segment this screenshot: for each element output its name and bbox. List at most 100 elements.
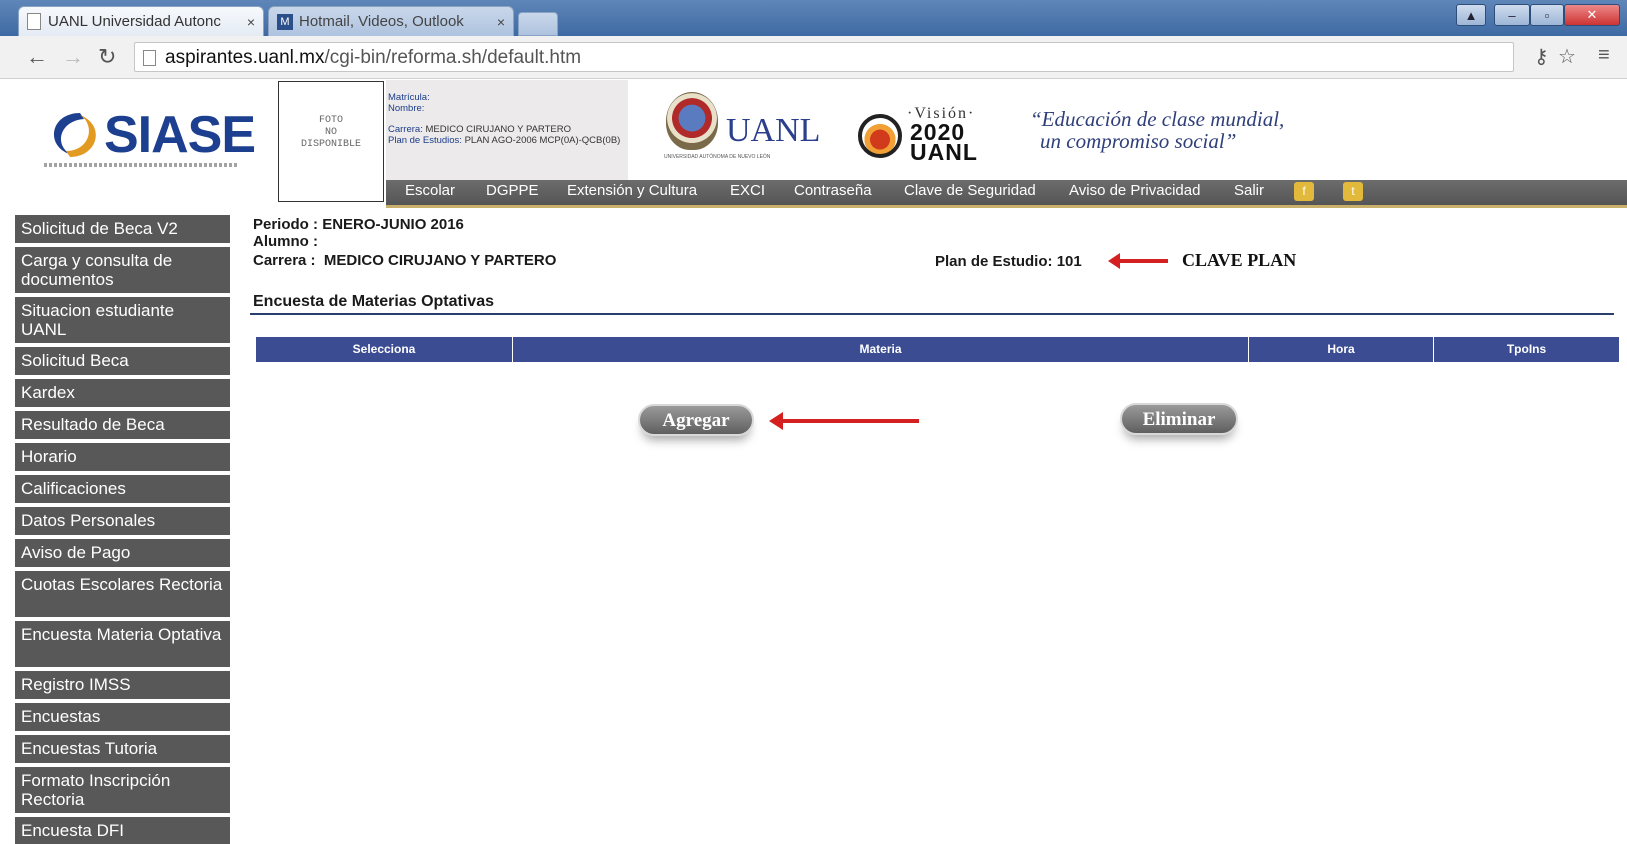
sidebar-menu: Solicitud de Beca V2 Carga y consulta de… <box>0 215 230 844</box>
top-navigation: Escolar DGPPE Extensión y Cultura EXCI C… <box>386 180 1627 208</box>
outlook-icon: M <box>277 13 293 30</box>
annotation-arrow-icon <box>1108 253 1168 269</box>
plan-estudio-label: Plan de Estudio: <box>935 253 1053 270</box>
sidebar-item-kardex[interactable]: Kardex <box>15 379 230 409</box>
menu-icon[interactable]: ≡ <box>1598 44 1610 67</box>
siase-subtitle <box>44 163 238 167</box>
nav-exci[interactable]: EXCI <box>730 182 765 199</box>
vision-flame-icon <box>858 114 902 158</box>
star-icon[interactable]: ☆ <box>1558 44 1576 69</box>
sidebar-item-resultado-beca[interactable]: Resultado de Beca <box>15 411 230 441</box>
sidebar-item-encuesta-dfi[interactable]: Encuesta DFI <box>15 817 230 844</box>
column-header-tpoins[interactable]: TpoIns <box>1434 337 1619 362</box>
column-header-hora[interactable]: Hora <box>1249 337 1434 362</box>
sidebar-item-horario[interactable]: Horario <box>15 443 230 473</box>
url-host: aspirantes.uanl.mx <box>165 47 325 68</box>
carrera-value: MEDICO CIRUJANO Y PARTERO <box>425 124 571 135</box>
key-icon[interactable]: ⚷ <box>1534 44 1549 69</box>
periodo-value: ENERO-JUNIO 2016 <box>322 216 464 233</box>
address-bar: ← → ↻ aspirantes.uanl.mx/cgi-bin/reforma… <box>0 36 1627 79</box>
photo-text: NO <box>324 127 337 138</box>
carrera-label: Carrera: <box>388 124 423 135</box>
nombre-label: Nombre: <box>388 103 425 114</box>
annotation-arrow-icon <box>769 412 919 430</box>
sidebar-item-solicitud-beca-v2[interactable]: Solicitud de Beca V2 <box>15 215 230 245</box>
facebook-icon[interactable]: f <box>1294 182 1314 201</box>
plan-label: Plan de Estudios: <box>388 135 462 146</box>
nav-salir[interactable]: Salir <box>1234 182 1264 199</box>
nav-escolar[interactable]: Escolar <box>405 182 455 199</box>
periodo-label: Periodo : <box>253 216 319 233</box>
photo-text: FOTO <box>318 115 343 126</box>
nav-clave-seguridad[interactable]: Clave de Seguridad <box>904 182 1036 199</box>
section-divider <box>250 313 1614 315</box>
url-input[interactable]: aspirantes.uanl.mx/cgi-bin/reforma.sh/de… <box>134 42 1514 72</box>
nav-contrasena[interactable]: Contraseña <box>794 182 872 199</box>
new-tab-button[interactable] <box>518 12 558 36</box>
url-path: /cgi-bin/reforma.sh/default.htm <box>324 47 582 68</box>
nav-extension-cultura[interactable]: Extensión y Cultura <box>567 182 697 199</box>
sidebar-item-formato-inscripcion[interactable]: Formato Inscripción Rectoria <box>15 767 230 815</box>
twitter-icon[interactable]: t <box>1343 182 1363 201</box>
uanl-logo-subtitle: UNIVERSIDAD AUTÓNOMA DE NUEVO LEÓN <box>664 154 771 160</box>
plan-value: PLAN AGO-2006 MCP(0A)-QCB(0B) <box>464 135 621 146</box>
section-title: Encuesta de Materias Optativas <box>253 293 494 310</box>
tab-title: Hotmail, Videos, Outlook <box>299 13 464 30</box>
sidebar-item-solicitud-beca[interactable]: Solicitud Beca <box>15 347 230 377</box>
column-header-materia[interactable]: Materia <box>513 337 1249 362</box>
slogan-line-2: un compromiso social” <box>1040 129 1237 153</box>
student-info-panel: Matrícula: Nombre: Carrera: MEDICO CIRUJ… <box>386 80 628 180</box>
sidebar-item-encuestas[interactable]: Encuestas <box>15 703 230 733</box>
alumno-label: Alumno : <box>253 233 318 250</box>
user-icon[interactable]: ▲ <box>1456 4 1486 26</box>
uanl-shield-icon <box>666 92 718 150</box>
siase-swoosh-icon <box>53 113 96 157</box>
carrera-label: Carrera : <box>253 252 316 269</box>
slogan-line-1: “Educación de clase mundial, <box>1030 107 1285 131</box>
uanl-logo[interactable]: UANL UNIVERSIDAD AUTÓNOMA DE NUEVO LEÓN <box>660 92 820 164</box>
eliminar-button[interactable]: Eliminar <box>1120 403 1238 435</box>
tab-close-icon[interactable]: × <box>247 14 255 30</box>
student-summary: Periodo : ENERO-JUNIO 2016 Alumno : Carr… <box>253 216 556 269</box>
page-icon <box>27 13 41 30</box>
tab-title: UANL Universidad Autonc <box>48 13 221 30</box>
vision-year: 2020 UANL <box>910 121 978 165</box>
sidebar-item-cuotas-escolares[interactable]: Cuotas Escolares Rectoria <box>15 571 230 619</box>
siase-logo[interactable]: SIASE <box>40 103 256 173</box>
carrera-value: MEDICO CIRUJANO Y PARTERO <box>323 252 557 269</box>
vision-2020-logo[interactable]: ·Visión· 2020 UANL <box>855 102 995 172</box>
tab-close-icon[interactable]: × <box>497 14 505 30</box>
back-arrow-icon[interactable]: ← <box>26 44 48 70</box>
reload-icon[interactable]: ↻ <box>98 44 116 70</box>
clave-plan-annotation: CLAVE PLAN <box>1182 250 1297 270</box>
nav-dgppe[interactable]: DGPPE <box>486 182 539 199</box>
plan-estudio-value: 101 <box>1056 253 1082 270</box>
nav-aviso-privacidad[interactable]: Aviso de Privacidad <box>1069 182 1200 199</box>
table-header: Selecciona Materia Hora TpoIns <box>256 337 1619 362</box>
browser-titlebar: UANL Universidad Autonc × M Hotmail, Vid… <box>0 0 1627 36</box>
tab-hotmail[interactable]: M Hotmail, Videos, Outlook × <box>268 6 514 36</box>
agregar-button[interactable]: Agregar <box>638 404 754 436</box>
maximize-button[interactable]: ▫ <box>1530 4 1564 26</box>
slogan: “Educación de clase mundial, un compromi… <box>1030 108 1284 152</box>
sidebar-item-registro-imss[interactable]: Registro IMSS <box>15 671 230 701</box>
vision-year-uanl: UANL <box>910 139 978 165</box>
sidebar-item-calificaciones[interactable]: Calificaciones <box>15 475 230 505</box>
student-photo-placeholder: FOTO NO DISPONIBLE <box>278 81 384 202</box>
matricula-label: Matrícula: <box>388 92 430 103</box>
minimize-button[interactable]: – <box>1494 4 1530 26</box>
sidebar-item-encuestas-tutoria[interactable]: Encuestas Tutoria <box>15 735 230 765</box>
sidebar-item-encuesta-materia-optativa[interactable]: Encuesta Materia Optativa <box>15 621 230 669</box>
sidebar-item-aviso-pago[interactable]: Aviso de Pago <box>15 539 230 569</box>
close-window-button[interactable]: ✕ <box>1564 4 1620 26</box>
sidebar-item-carga-documentos[interactable]: Carga y consulta de documentos <box>15 247 230 295</box>
sidebar-item-situacion-estudiante[interactable]: Situacion estudiante UANL <box>15 297 230 345</box>
page-icon <box>143 50 156 66</box>
forward-arrow-icon[interactable]: → <box>62 44 84 70</box>
tab-uanl[interactable]: UANL Universidad Autonc × <box>18 6 264 36</box>
photo-text: DISPONIBLE <box>300 139 361 150</box>
column-header-selecciona[interactable]: Selecciona <box>256 337 513 362</box>
siase-logo-text: SIASE <box>104 106 256 164</box>
uanl-logo-text: UANL <box>726 112 821 149</box>
sidebar-item-datos-personales[interactable]: Datos Personales <box>15 507 230 537</box>
